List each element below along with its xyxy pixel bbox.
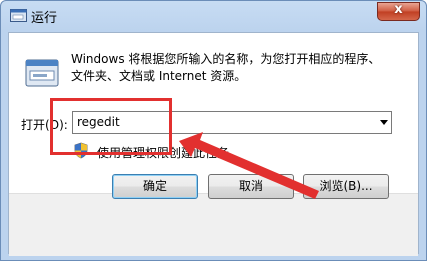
browse-button[interactable]: 浏览(B)... bbox=[303, 174, 389, 199]
button-bar bbox=[9, 193, 418, 256]
chevron-down-icon[interactable] bbox=[380, 120, 388, 125]
run-dialog: 运行 x Windows 将根据您所输入的名称，为您打开相应的程序、 文件夹、文… bbox=[0, 0, 427, 261]
annotation-highlight-box bbox=[50, 98, 172, 155]
description-line-1: Windows 将根据您所输入的名称，为您打开相应的程序、 bbox=[71, 52, 381, 66]
description-line-2: 文件夹、文档或 Internet 资源。 bbox=[71, 69, 247, 83]
program-icon bbox=[25, 59, 59, 87]
window-title: 运行 bbox=[31, 11, 58, 26]
ok-button[interactable]: 确定 bbox=[112, 174, 198, 199]
dialog-description: Windows 将根据您所输入的名称，为您打开相应的程序、 文件夹、文档或 In… bbox=[71, 51, 411, 85]
run-icon bbox=[10, 9, 27, 22]
close-button[interactable]: x bbox=[377, 2, 420, 21]
cancel-button[interactable]: 取消 bbox=[208, 174, 294, 199]
close-icon: x bbox=[394, 2, 403, 17]
title-bar[interactable]: 运行 x bbox=[1, 1, 426, 33]
